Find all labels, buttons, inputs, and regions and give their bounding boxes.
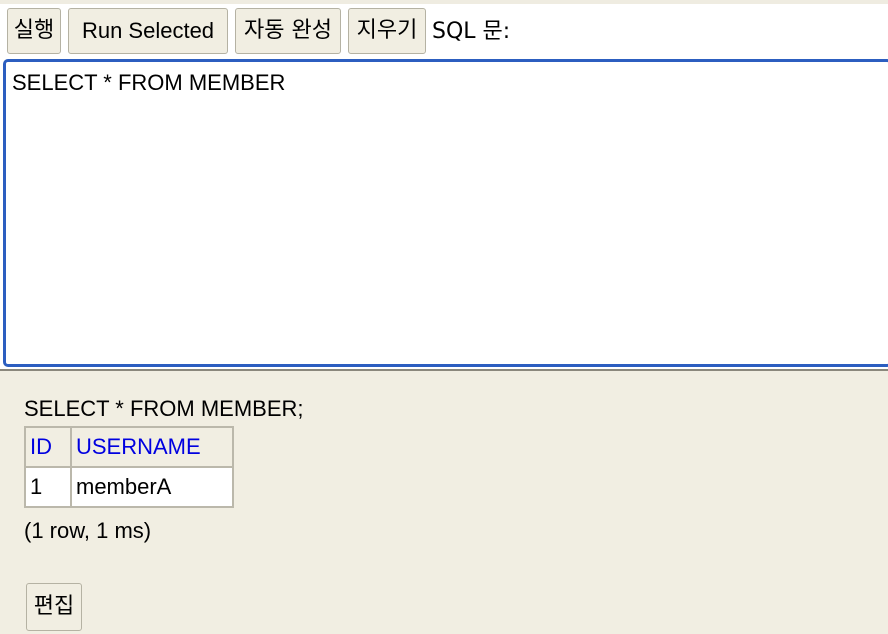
table-header-row: ID USERNAME <box>24 426 234 468</box>
run-selected-button[interactable]: Run Selected <box>68 8 228 54</box>
sql-editor[interactable]: SELECT * FROM MEMBER <box>3 59 888 367</box>
autocomplete-button[interactable]: 자동 완성 <box>235 8 341 54</box>
column-header-id[interactable]: ID <box>24 426 72 468</box>
result-pane: SELECT * FROM MEMBER; ID USERNAME 1 memb… <box>0 371 888 634</box>
clear-button[interactable]: 지우기 <box>348 8 426 54</box>
table-row: 1 memberA <box>24 466 234 508</box>
run-button[interactable]: 실행 <box>7 8 61 54</box>
toolbar-top-strip <box>0 0 888 4</box>
table-cell-username: memberA <box>70 466 234 508</box>
table-cell-id: 1 <box>24 466 72 508</box>
edit-button[interactable]: 편집 <box>26 583 82 631</box>
result-table: ID USERNAME 1 memberA <box>24 426 234 508</box>
column-header-username[interactable]: USERNAME <box>70 426 234 468</box>
toolbar: 실행 Run Selected 자동 완성 지우기 SQL 문: <box>0 0 888 58</box>
result-row-count: (1 row, 1 ms) <box>24 518 152 543</box>
sql-statement-label: SQL 문: <box>432 19 511 44</box>
query-pane: 실행 Run Selected 자동 완성 지우기 SQL 문: SELECT … <box>0 0 888 370</box>
result-sql-statement: SELECT * FROM MEMBER; <box>24 396 304 421</box>
